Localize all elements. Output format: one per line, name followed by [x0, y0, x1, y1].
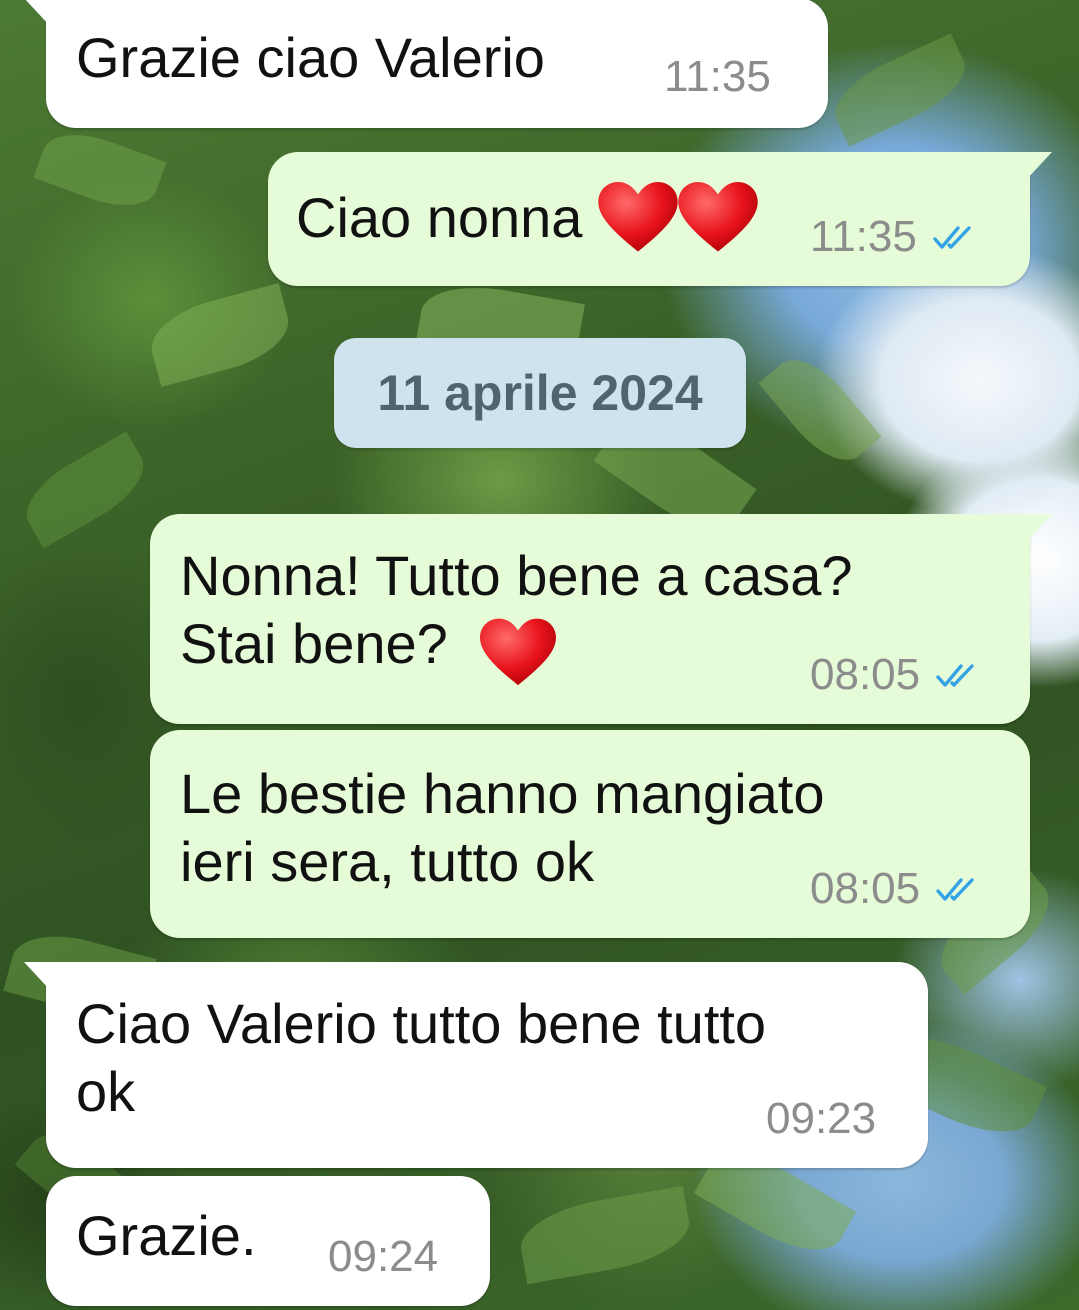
- double-check-icon: [936, 878, 974, 901]
- message-text: Ciao nonna: [296, 186, 599, 249]
- message-time: 09:23: [766, 1094, 877, 1143]
- bubble-tail: [24, 962, 50, 990]
- message-time: 08:05: [810, 650, 921, 699]
- message-content: Ciao nonna: [296, 182, 758, 254]
- red-heart-icon: [480, 618, 556, 686]
- bubble-tail: [24, 0, 50, 26]
- message-bubble-outgoing[interactable]: Ciao nonna 11:35: [268, 152, 1052, 286]
- message-bubble-incoming[interactable]: Grazie. 09:24: [46, 1176, 490, 1306]
- message-time: 11:35: [810, 212, 917, 261]
- message-text: Grazie ciao Valerio: [76, 26, 545, 89]
- red-heart-icon: [678, 182, 758, 252]
- message-meta: 09:23: [766, 1094, 876, 1144]
- message-text: Le bestie hanno mangiato ieri sera, tutt…: [180, 762, 825, 893]
- message-bubble-incoming[interactable]: Ciao Valerio tutto bene tutto ok 09:23: [24, 962, 928, 1168]
- message-meta: 11:35: [810, 212, 977, 262]
- message-meta: 08:05: [810, 864, 980, 914]
- message-time: 08:05: [810, 864, 921, 913]
- message-time: 11:35: [664, 52, 771, 101]
- message-meta: 11:35: [664, 52, 771, 102]
- message-bubble-outgoing[interactable]: Nonna! Tutto bene a casa? Stai bene? 08:…: [150, 514, 1052, 724]
- double-check-icon: [933, 226, 971, 249]
- message-text: Grazie.: [76, 1204, 257, 1267]
- message-time: 09:24: [328, 1232, 439, 1281]
- message-meta: 08:05: [810, 650, 980, 700]
- message-meta: 09:24: [328, 1232, 438, 1282]
- red-heart-icon: [598, 182, 678, 252]
- message-bubble-outgoing[interactable]: Le bestie hanno mangiato ieri sera, tutt…: [150, 730, 1030, 938]
- bubble-tail: [1026, 514, 1052, 542]
- bubble-tail: [1026, 152, 1052, 180]
- date-separator: 11 aprile 2024: [334, 338, 746, 448]
- double-check-icon: [936, 664, 974, 687]
- message-bubble-incoming[interactable]: Grazie ciao Valerio 11:35: [24, 0, 828, 128]
- message-text: Ciao Valerio tutto bene tutto ok: [76, 992, 767, 1123]
